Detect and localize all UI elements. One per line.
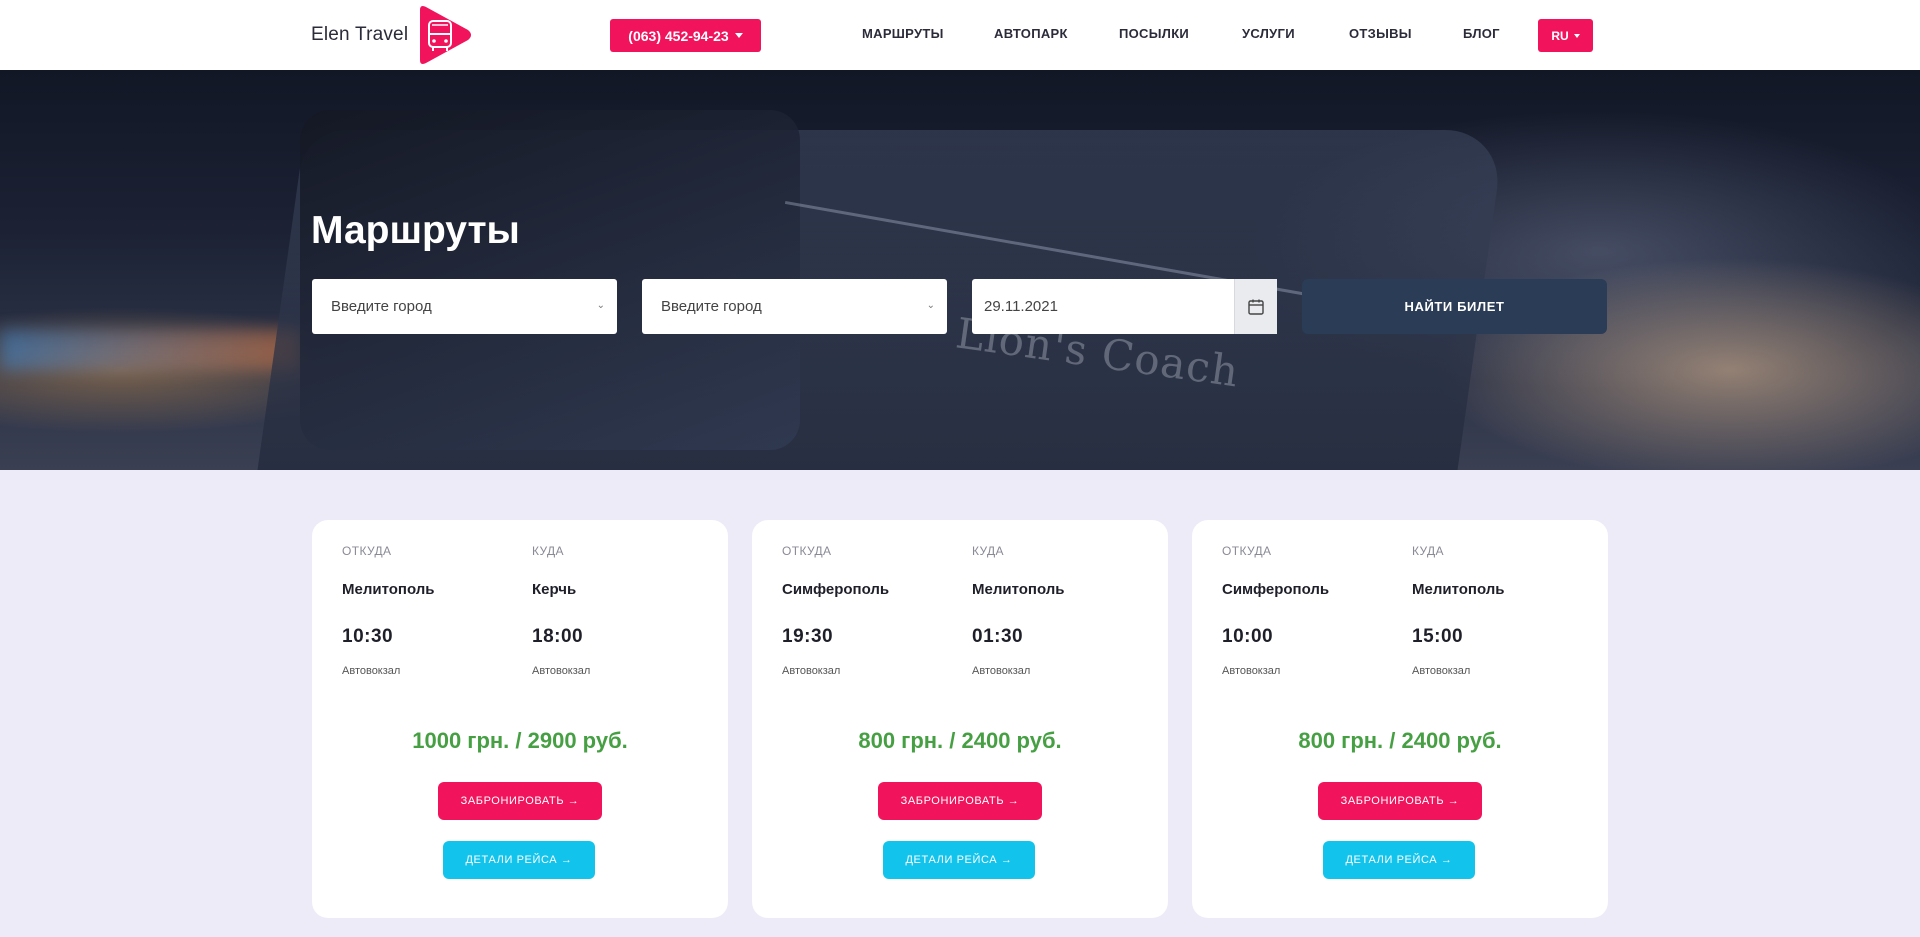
from-city-placeholder: Введите город [331, 298, 432, 315]
page-title: Маршруты [311, 209, 520, 252]
chevron-down-icon: ⌄ [596, 300, 605, 311]
arrival-time: 18:00 [532, 626, 584, 647]
from-city-select[interactable]: Введите город ⌄ [312, 279, 617, 334]
to-label: КУДА [1412, 544, 1444, 558]
bus-logo-icon [416, 4, 472, 66]
to-label: КУДА [532, 544, 564, 558]
to-city: Керчь [532, 581, 577, 598]
from-station: Автовокзал [782, 665, 841, 677]
departure-time: 19:30 [782, 626, 834, 647]
trip-details-button[interactable]: ДЕТАЛИ РЕЙСА → [443, 841, 595, 879]
route-price: 800 грн. / 2400 руб. [1298, 728, 1502, 753]
from-label: ОТКУДА [342, 544, 392, 558]
arrival-time: 01:30 [972, 626, 1024, 647]
nav-blog[interactable]: БЛОГ [1463, 26, 1500, 44]
date-field[interactable]: 29.11.2021 [972, 279, 1277, 334]
nav-services[interactable]: УСЛУГИ [1242, 26, 1295, 44]
to-city: Мелитополь [972, 581, 1065, 598]
nav-parcels[interactable]: ПОСЫЛКИ [1119, 26, 1189, 44]
find-ticket-button[interactable]: НАЙТИ БИЛЕТ [1302, 279, 1607, 334]
caret-down-icon [734, 33, 743, 38]
route-price: 1000 грн. / 2900 руб. [412, 728, 628, 753]
site-header: Elen Travel (063) 452-94-23 МАРШРУТЫ АВТ… [0, 0, 1920, 70]
date-value: 29.11.2021 [984, 298, 1058, 315]
hero-banner: Lion's Coach [0, 70, 1920, 470]
from-label: ОТКУДА [1222, 544, 1272, 558]
to-city-placeholder: Введите город [661, 298, 762, 315]
phone-dropdown-button[interactable]: (063) 452-94-23 [610, 19, 761, 52]
logo-text: Elen Travel [311, 24, 409, 45]
nav-reviews[interactable]: ОТЗЫВЫ [1349, 26, 1412, 44]
book-button[interactable]: ЗАБРОНИРОВАТЬ → [1318, 782, 1482, 820]
language-dropdown-button[interactable]: RU [1538, 19, 1593, 52]
language-label: RU [1551, 28, 1569, 43]
to-station: Автовокзал [972, 665, 1031, 677]
from-station: Автовокзал [342, 665, 401, 677]
nav-fleet[interactable]: АВТОПАРК [994, 26, 1068, 44]
book-button[interactable]: ЗАБРОНИРОВАТЬ → [878, 782, 1042, 820]
route-card: ОТКУДА КУДА Мелитополь Керчь 10:30 18:00… [312, 520, 728, 918]
to-city: Мелитополь [1412, 581, 1505, 598]
caret-down-icon [1573, 33, 1580, 38]
from-city: Мелитополь [342, 581, 435, 598]
from-label: ОТКУДА [782, 544, 832, 558]
phone-number: (063) 452-94-23 [628, 27, 729, 44]
departure-time: 10:30 [342, 626, 394, 647]
from-city: Симферополь [782, 581, 890, 598]
to-city-select[interactable]: Введите город ⌄ [642, 279, 947, 334]
trip-details-button[interactable]: ДЕТАЛИ РЕЙСА → [883, 841, 1035, 879]
chevron-down-icon: ⌄ [926, 300, 935, 311]
logo[interactable]: Elen Travel [311, 4, 472, 66]
from-station: Автовокзал [1222, 665, 1281, 677]
hero-light-streaks [0, 330, 300, 370]
to-station: Автовокзал [532, 665, 591, 677]
to-station: Автовокзал [1412, 665, 1471, 677]
departure-time: 10:00 [1222, 626, 1274, 647]
trip-details-button[interactable]: ДЕТАЛИ РЕЙСА → [1323, 841, 1475, 879]
nav-routes[interactable]: МАРШРУТЫ [862, 26, 944, 44]
arrival-time: 15:00 [1412, 626, 1464, 647]
from-city: Симферополь [1222, 581, 1330, 598]
route-card: ОТКУДА КУДА Симферополь Мелитополь 19:30… [752, 520, 1168, 918]
book-button[interactable]: ЗАБРОНИРОВАТЬ → [438, 782, 602, 820]
calendar-icon[interactable] [1234, 279, 1277, 334]
route-card: ОТКУДА КУДА Симферополь Мелитополь 10:00… [1192, 520, 1608, 918]
route-price: 800 грн. / 2400 руб. [858, 728, 1062, 753]
to-label: КУДА [972, 544, 1004, 558]
